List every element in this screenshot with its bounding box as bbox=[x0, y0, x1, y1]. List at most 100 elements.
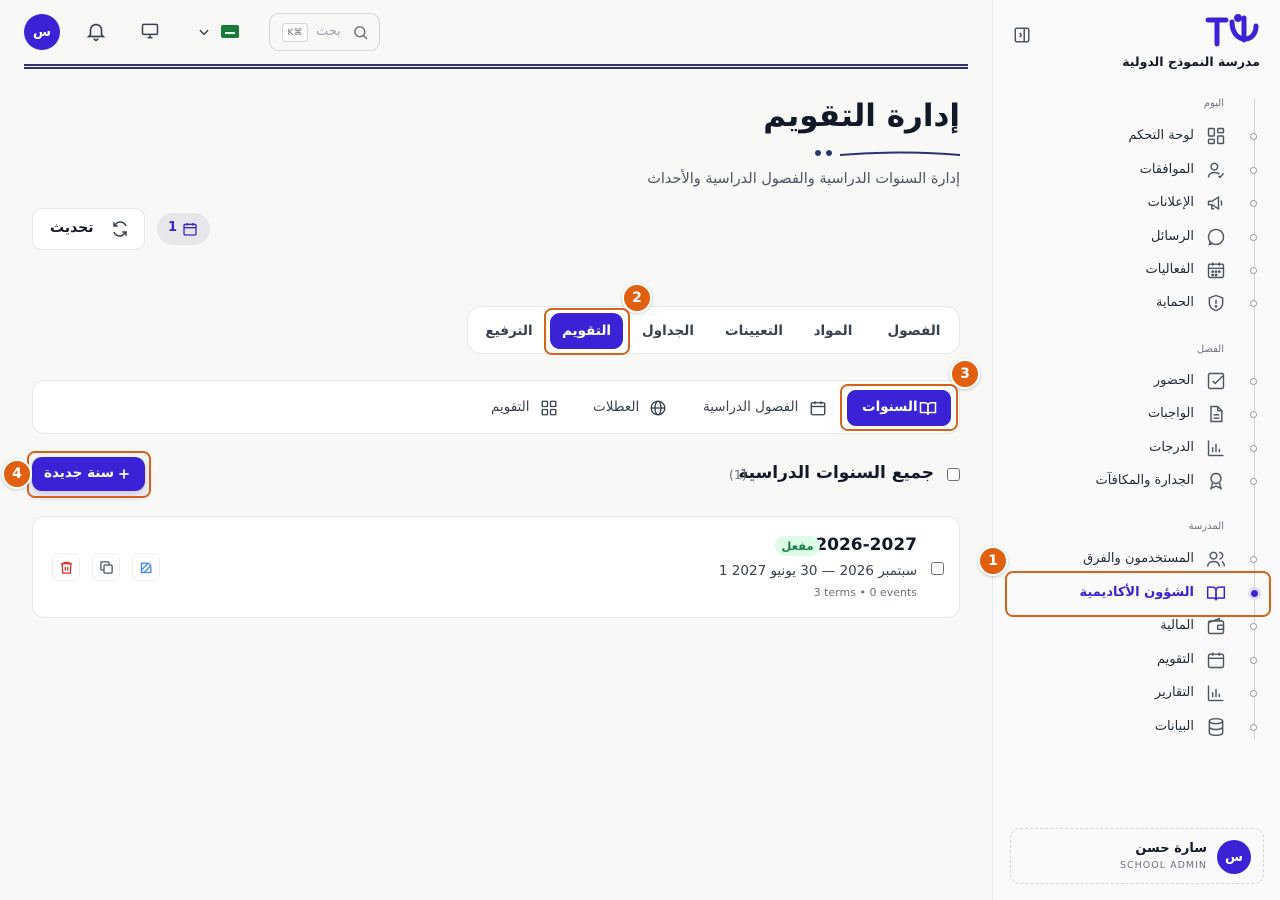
tab-timetables[interactable]: الجداول bbox=[632, 313, 704, 349]
tab-assignments[interactable]: التعيينات bbox=[711, 313, 797, 349]
sidebar-item-label: الحضور bbox=[1153, 373, 1194, 388]
chat-bubble-icon bbox=[1207, 228, 1225, 246]
bar-chart-icon bbox=[1207, 440, 1224, 457]
checkbox-icon bbox=[1207, 372, 1225, 390]
calendar-count-badge[interactable]: 1 bbox=[157, 213, 210, 245]
sidebar-item-approvals[interactable]: الموافقات bbox=[992, 153, 1280, 187]
header-divider bbox=[24, 64, 968, 69]
edit-button[interactable] bbox=[132, 553, 160, 581]
chevron-down-icon[interactable] bbox=[197, 25, 211, 39]
user-role: SCHOOL ADMIN bbox=[1120, 860, 1207, 871]
year-meta: 3 terms • 0 events bbox=[813, 586, 917, 599]
sidebar-item-calendar[interactable]: التقويم bbox=[992, 643, 1280, 677]
sidebar-collapse-icon[interactable] bbox=[1013, 26, 1031, 44]
sidebar-item-dashboard[interactable]: لوحة التحكم bbox=[992, 119, 1280, 153]
main-tabs: الفصول المواد التعيينات الجداول التقويم … bbox=[467, 306, 960, 354]
sidebar-item-label: الدرجات bbox=[1149, 440, 1194, 455]
highlight-new-year-button bbox=[27, 451, 151, 498]
nav-dot bbox=[1250, 657, 1257, 664]
subtab-holidays[interactable]: العطلات bbox=[585, 390, 675, 426]
step-marker-3: 3 bbox=[950, 359, 980, 389]
users-icon bbox=[1206, 551, 1226, 567]
nav-dot bbox=[1250, 167, 1257, 174]
sidebar-item-label: لوحة التحكم bbox=[1128, 128, 1194, 143]
subtab-calendar[interactable]: التقويم bbox=[485, 390, 569, 426]
sidebar-item-label: الواجبات bbox=[1147, 406, 1194, 421]
search-icon bbox=[354, 26, 368, 40]
sub-tabs: السنوات الفصول الدراسية العطلات التقويم bbox=[32, 380, 960, 434]
sidebar-item-label: الرسائل bbox=[1150, 229, 1194, 244]
language-flag-icon[interactable] bbox=[221, 25, 239, 38]
grid-icon bbox=[541, 400, 557, 416]
sidebar-item-grades[interactable]: الدرجات bbox=[992, 431, 1280, 465]
sidebar-item-homework[interactable]: الواجبات bbox=[992, 397, 1280, 431]
nav-section-school: المدرسة bbox=[1188, 521, 1224, 532]
section-title: جميع السنوات الدراسية bbox=[738, 463, 934, 483]
sidebar-item-data[interactable]: البيانات bbox=[992, 710, 1280, 744]
sidebar-item-announcements[interactable]: الإعلانات bbox=[992, 186, 1280, 220]
nav-section-today: اليوم bbox=[1203, 98, 1224, 109]
tab-subjects[interactable]: المواد bbox=[798, 313, 868, 349]
sidebar-item-label: المالية bbox=[1160, 618, 1194, 633]
nav-dot bbox=[1250, 200, 1257, 207]
monitor-icon[interactable] bbox=[140, 21, 160, 41]
sidebar-item-messages[interactable]: الرسائل bbox=[992, 220, 1280, 254]
refresh-icon bbox=[113, 221, 127, 237]
sidebar-item-label: الجدارة والمكافآت bbox=[1095, 473, 1194, 488]
nav-dot bbox=[1250, 234, 1257, 241]
calendar-icon bbox=[183, 223, 197, 236]
delete-button[interactable] bbox=[52, 553, 80, 581]
nav-dot bbox=[1250, 724, 1257, 731]
subtab-terms[interactable]: الفصول الدراسية bbox=[697, 390, 833, 426]
sidebar-item-merits[interactable]: الجدارة والمكافآت bbox=[992, 464, 1280, 498]
sidebar-item-reports[interactable]: التقارير bbox=[992, 676, 1280, 710]
sidebar: مدرسة النموذج الدولية اليوم لوحة التحكم … bbox=[992, 0, 1280, 900]
subtab-label: العطلات bbox=[593, 399, 640, 415]
sidebar-item-label: المستخدمون والفرق bbox=[1083, 551, 1194, 566]
calendar-count: 1 bbox=[168, 220, 178, 235]
sidebar-item-safeguarding[interactable]: الحماية bbox=[992, 286, 1280, 320]
nav-dot bbox=[1250, 478, 1257, 485]
edit-icon bbox=[140, 562, 152, 574]
tab-classes[interactable]: الفصول bbox=[878, 313, 950, 349]
step-marker-2: 2 bbox=[622, 283, 652, 313]
year-card[interactable]: 2026-2027 مفعل 1 سبتمبر 2026 — 30 يونيو … bbox=[32, 516, 960, 618]
calendar-grid-icon bbox=[1207, 262, 1225, 279]
nav-dot bbox=[1250, 445, 1257, 452]
dashboard-grid-icon bbox=[1207, 127, 1225, 145]
year-dates: 1 سبتمبر 2026 — 30 يونيو 2027 bbox=[718, 563, 917, 579]
user-name: سارة حسن bbox=[1135, 841, 1207, 856]
sidebar-item-label: التقارير bbox=[1154, 685, 1194, 700]
status-badge: مفعل bbox=[775, 536, 820, 556]
globe-icon bbox=[650, 400, 666, 416]
sidebar-item-attendance[interactable]: الحضور bbox=[992, 364, 1280, 398]
step-marker-4: 4 bbox=[2, 459, 32, 489]
shortcut-hint: K⌘ bbox=[282, 23, 308, 42]
sidebar-item-events[interactable]: الفعاليات bbox=[992, 253, 1280, 287]
nav-dot bbox=[1250, 133, 1257, 140]
copy-icon bbox=[100, 561, 113, 574]
shield-alert-icon bbox=[1208, 294, 1224, 312]
avatar[interactable]: س bbox=[24, 14, 60, 50]
year-checkbox[interactable] bbox=[931, 562, 944, 575]
subtab-label: الفصول الدراسية bbox=[703, 399, 799, 415]
nav-dot bbox=[1250, 556, 1257, 563]
refresh-button[interactable]: تحديث bbox=[32, 208, 145, 250]
bell-icon[interactable] bbox=[85, 20, 107, 42]
highlight-calendar-tab bbox=[544, 308, 630, 355]
highlight-years-subtab bbox=[840, 384, 958, 431]
subtab-label: التقويم bbox=[491, 399, 530, 415]
step-marker-1: 1 bbox=[978, 546, 1008, 576]
wallet-icon bbox=[1207, 617, 1225, 635]
search-input[interactable]: K⌘ بحث bbox=[269, 13, 380, 51]
user-profile-card[interactable]: س سارة حسن SCHOOL ADMIN bbox=[1010, 828, 1264, 884]
sidebar-item-label: الحماية bbox=[1155, 295, 1194, 310]
megaphone-icon bbox=[1207, 195, 1223, 211]
calendar-icon bbox=[1207, 652, 1225, 669]
highlight-academics bbox=[1005, 571, 1271, 617]
select-all-checkbox[interactable] bbox=[947, 468, 960, 481]
duplicate-button[interactable] bbox=[92, 553, 120, 581]
tab-promotion[interactable]: الترفيع bbox=[476, 313, 542, 349]
database-icon bbox=[1208, 717, 1224, 737]
trash-icon bbox=[60, 561, 73, 574]
